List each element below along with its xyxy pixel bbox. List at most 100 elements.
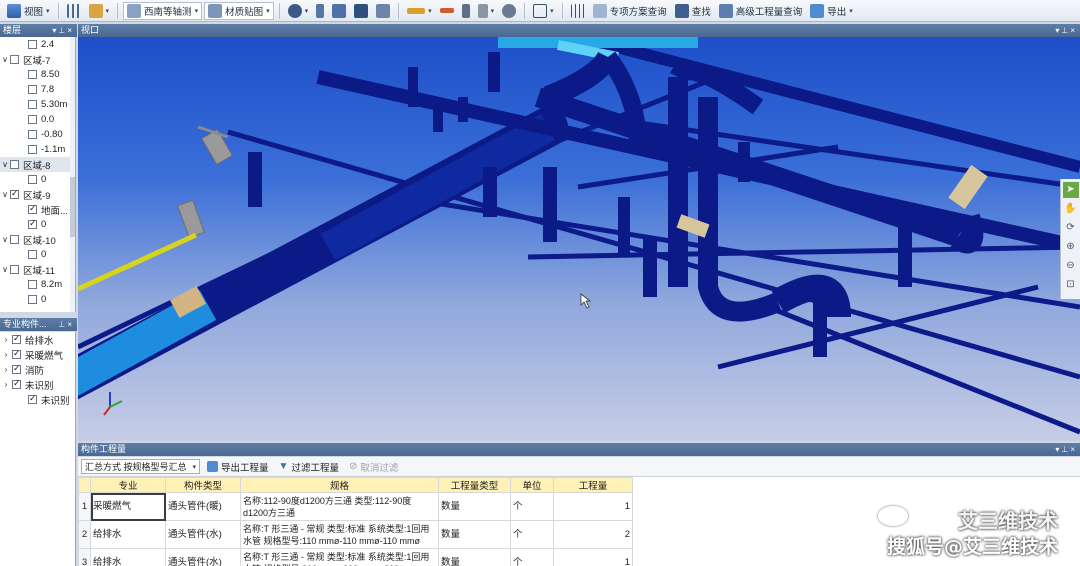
type-checkbox[interactable] <box>12 363 21 374</box>
pin-close-icon[interactable]: ⊥× <box>58 318 77 331</box>
tree-item[interactable]: 0 <box>0 292 75 307</box>
tree-item[interactable]: 7.8 <box>0 82 75 97</box>
col-unit[interactable]: 单位 <box>510 477 554 493</box>
tree-checkbox[interactable] <box>28 85 37 94</box>
tree-checkbox[interactable] <box>10 265 19 274</box>
pin-close-icon[interactable]: ▾⊥× <box>1055 443 1080 456</box>
chevron-down-icon[interactable]: ∨ <box>0 160 10 169</box>
tree-item[interactable]: 2.4 <box>0 37 75 52</box>
find-button[interactable]: 查找 <box>672 2 714 20</box>
cell-qty[interactable]: 1 <box>553 492 633 521</box>
tree-checkbox[interactable] <box>28 175 37 184</box>
zoom-in-icon[interactable]: ⊕ <box>1063 239 1079 255</box>
tree-item[interactable]: 0 <box>0 172 75 187</box>
tree-checkbox[interactable] <box>28 40 37 49</box>
chevron-down-icon[interactable]: ∨ <box>0 190 10 199</box>
cell-discipline[interactable]: 给排水 <box>90 520 166 549</box>
chevron-right-icon[interactable]: › <box>0 380 12 389</box>
type-checkbox[interactable] <box>12 333 21 344</box>
chevron-down-icon[interactable]: ∨ <box>0 265 10 274</box>
cell-spec[interactable]: 名称:T 形三通 - 常规 类型:标准 系统类型:1回用水管 规格型号:200 … <box>240 548 439 566</box>
tree-item[interactable]: 8.50 <box>0 67 75 82</box>
cell-spec[interactable]: 名称:112-90度d1200方三通 类型:112-90度d1200方三通 <box>240 492 439 521</box>
pen-button[interactable]: ▾ <box>475 2 498 20</box>
person-button[interactable] <box>313 2 327 20</box>
type-tree-item[interactable]: › 未识别 <box>0 377 75 392</box>
elevation-button[interactable] <box>568 2 588 20</box>
tree-group[interactable]: ∨ 区域-7 <box>0 52 75 67</box>
type-tree-item[interactable]: 未识别 <box>0 392 75 407</box>
chevron-right-icon[interactable]: › <box>0 350 12 359</box>
zoom-out-icon[interactable]: ⊖ <box>1063 258 1079 274</box>
pin-close-icon[interactable]: ▾⊥× <box>1055 24 1080 37</box>
table-row[interactable]: 1 采暖燃气 通头管件(暖) 名称:112-90度d1200方三通 类型:112-90… <box>78 492 633 521</box>
image-button[interactable] <box>351 2 371 20</box>
table-row[interactable]: 3给排水通头管件(水)名称:T 形三通 - 常规 类型:标准 系统类型:1回用水… <box>78 548 633 566</box>
measure-button[interactable]: ▾ <box>404 2 435 20</box>
tree-checkbox[interactable] <box>28 250 37 259</box>
grid-tool-button[interactable] <box>64 2 84 20</box>
cell-type[interactable]: 通头管件(暖) <box>165 492 241 521</box>
special-query-button[interactable]: 专项方案查询 <box>590 2 670 20</box>
tree-group[interactable]: ∨ 区域-10 <box>0 232 75 247</box>
cell-discipline[interactable]: 给排水 <box>90 548 166 566</box>
axis-tool-button[interactable]: ▾ <box>86 2 113 20</box>
type-tree-item[interactable]: › 给排水 <box>0 332 75 347</box>
floor-scrollbar[interactable] <box>70 37 75 312</box>
type-checkbox[interactable] <box>12 348 21 359</box>
cell-qty[interactable]: 1 <box>553 548 633 566</box>
table-row[interactable]: 2 给排水 通头管件(水) 名称:T 形三通 - 常规 类型:标准 系统类型:1回用水… <box>78 520 633 549</box>
tree-checkbox[interactable] <box>28 100 37 109</box>
export-qty-button[interactable]: 导出工程量 <box>204 460 272 474</box>
cell-type[interactable]: 通头管件(水) <box>165 548 241 566</box>
cell-discipline[interactable]: 采暖燃气 <box>90 492 166 521</box>
view-button[interactable]: 视图 ▾ <box>4 2 53 20</box>
tree-item[interactable]: 0.0 <box>0 112 75 127</box>
tree-checkbox[interactable] <box>28 145 37 154</box>
tree-checkbox[interactable] <box>10 235 19 244</box>
cell-qty[interactable]: 2 <box>553 520 633 549</box>
cell-unit[interactable]: 个 <box>510 548 554 566</box>
hand-pan-icon[interactable]: ✋ <box>1063 201 1079 217</box>
tree-item[interactable]: 5.30m <box>0 97 75 112</box>
tree-group[interactable]: ∨ 区域-8 <box>0 157 75 172</box>
orbit-icon[interactable]: ⟳ <box>1063 220 1079 236</box>
tree-checkbox[interactable] <box>28 130 37 139</box>
section-button[interactable] <box>437 2 457 20</box>
type-tree-item[interactable]: › 采暖燃气 <box>0 347 75 362</box>
walk-button[interactable]: ▾ <box>285 2 312 20</box>
panel-button[interactable] <box>373 2 393 20</box>
chevron-down-icon[interactable]: ∨ <box>0 235 10 244</box>
export-button[interactable]: 导出 ▾ <box>807 2 856 20</box>
col-quantity[interactable]: 工程量 <box>553 477 633 493</box>
pointer-icon[interactable]: ➤ <box>1062 182 1079 198</box>
chevron-right-icon[interactable]: › <box>0 365 12 374</box>
angle-button[interactable] <box>459 2 473 20</box>
cell-spec[interactable]: 名称:T 形三通 - 常规 类型:标准 系统类型:1回用水管 规格型号:110 … <box>240 520 439 549</box>
sheet-button[interactable] <box>329 2 349 20</box>
tree-checkbox[interactable] <box>28 280 37 289</box>
cell-qty-type[interactable]: 数量 <box>438 520 511 549</box>
filter-qty-button[interactable]: ▼ 过滤工程量 <box>276 460 342 474</box>
3d-viewport[interactable]: ➤ ✋ ⟳ ⊕ ⊖ ⊡ <box>78 37 1080 441</box>
type-checkbox[interactable] <box>28 393 37 404</box>
tree-item[interactable]: -1.1m <box>0 142 75 157</box>
tree-checkbox[interactable] <box>28 115 37 124</box>
type-checkbox[interactable] <box>12 378 21 389</box>
plan-button[interactable]: ▾ <box>530 2 557 20</box>
tree-checkbox[interactable] <box>28 70 37 79</box>
tree-item[interactable]: -0.80 <box>0 127 75 142</box>
zoom-fit-icon[interactable]: ⊡ <box>1063 277 1079 293</box>
cell-unit[interactable]: 个 <box>510 520 554 549</box>
chevron-down-icon[interactable]: ∨ <box>0 55 10 64</box>
cell-type[interactable]: 通头管件(水) <box>165 520 241 549</box>
col-component-type[interactable]: 构件类型 <box>165 477 241 493</box>
cancel-filter-button[interactable]: ⊘ 取消过滤 <box>346 460 401 474</box>
material-dropdown[interactable]: 材质贴图 ▾ <box>204 1 274 20</box>
tree-checkbox[interactable] <box>10 188 19 199</box>
tree-group[interactable]: ∨ 区域-9 <box>0 187 75 202</box>
tree-checkbox[interactable] <box>28 203 37 214</box>
col-discipline[interactable]: 专业 <box>90 477 166 493</box>
cell-unit[interactable]: 个 <box>510 492 554 521</box>
advanced-query-button[interactable]: 高级工程量查询 <box>716 2 806 20</box>
